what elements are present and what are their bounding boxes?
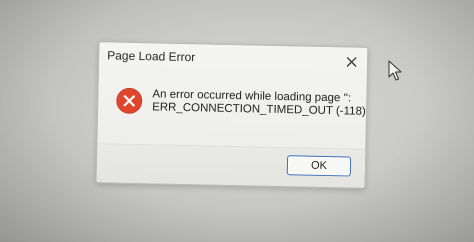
error-dialog: Page Load Error An error occurred while … [95,41,369,189]
dialog-content: An error occurred while loading page '':… [116,85,366,130]
ok-button[interactable]: OK [286,155,352,177]
close-button[interactable] [341,51,361,71]
error-icon [116,87,143,114]
mouse-pointer-icon [388,60,402,81]
close-icon [346,56,357,67]
dialog-titlebar[interactable]: Page Load Error [99,42,367,74]
error-message: An error occurred while loading page '':… [152,88,366,118]
dialog-footer: OK [96,143,366,188]
dialog-title: Page Load Error [107,48,196,65]
